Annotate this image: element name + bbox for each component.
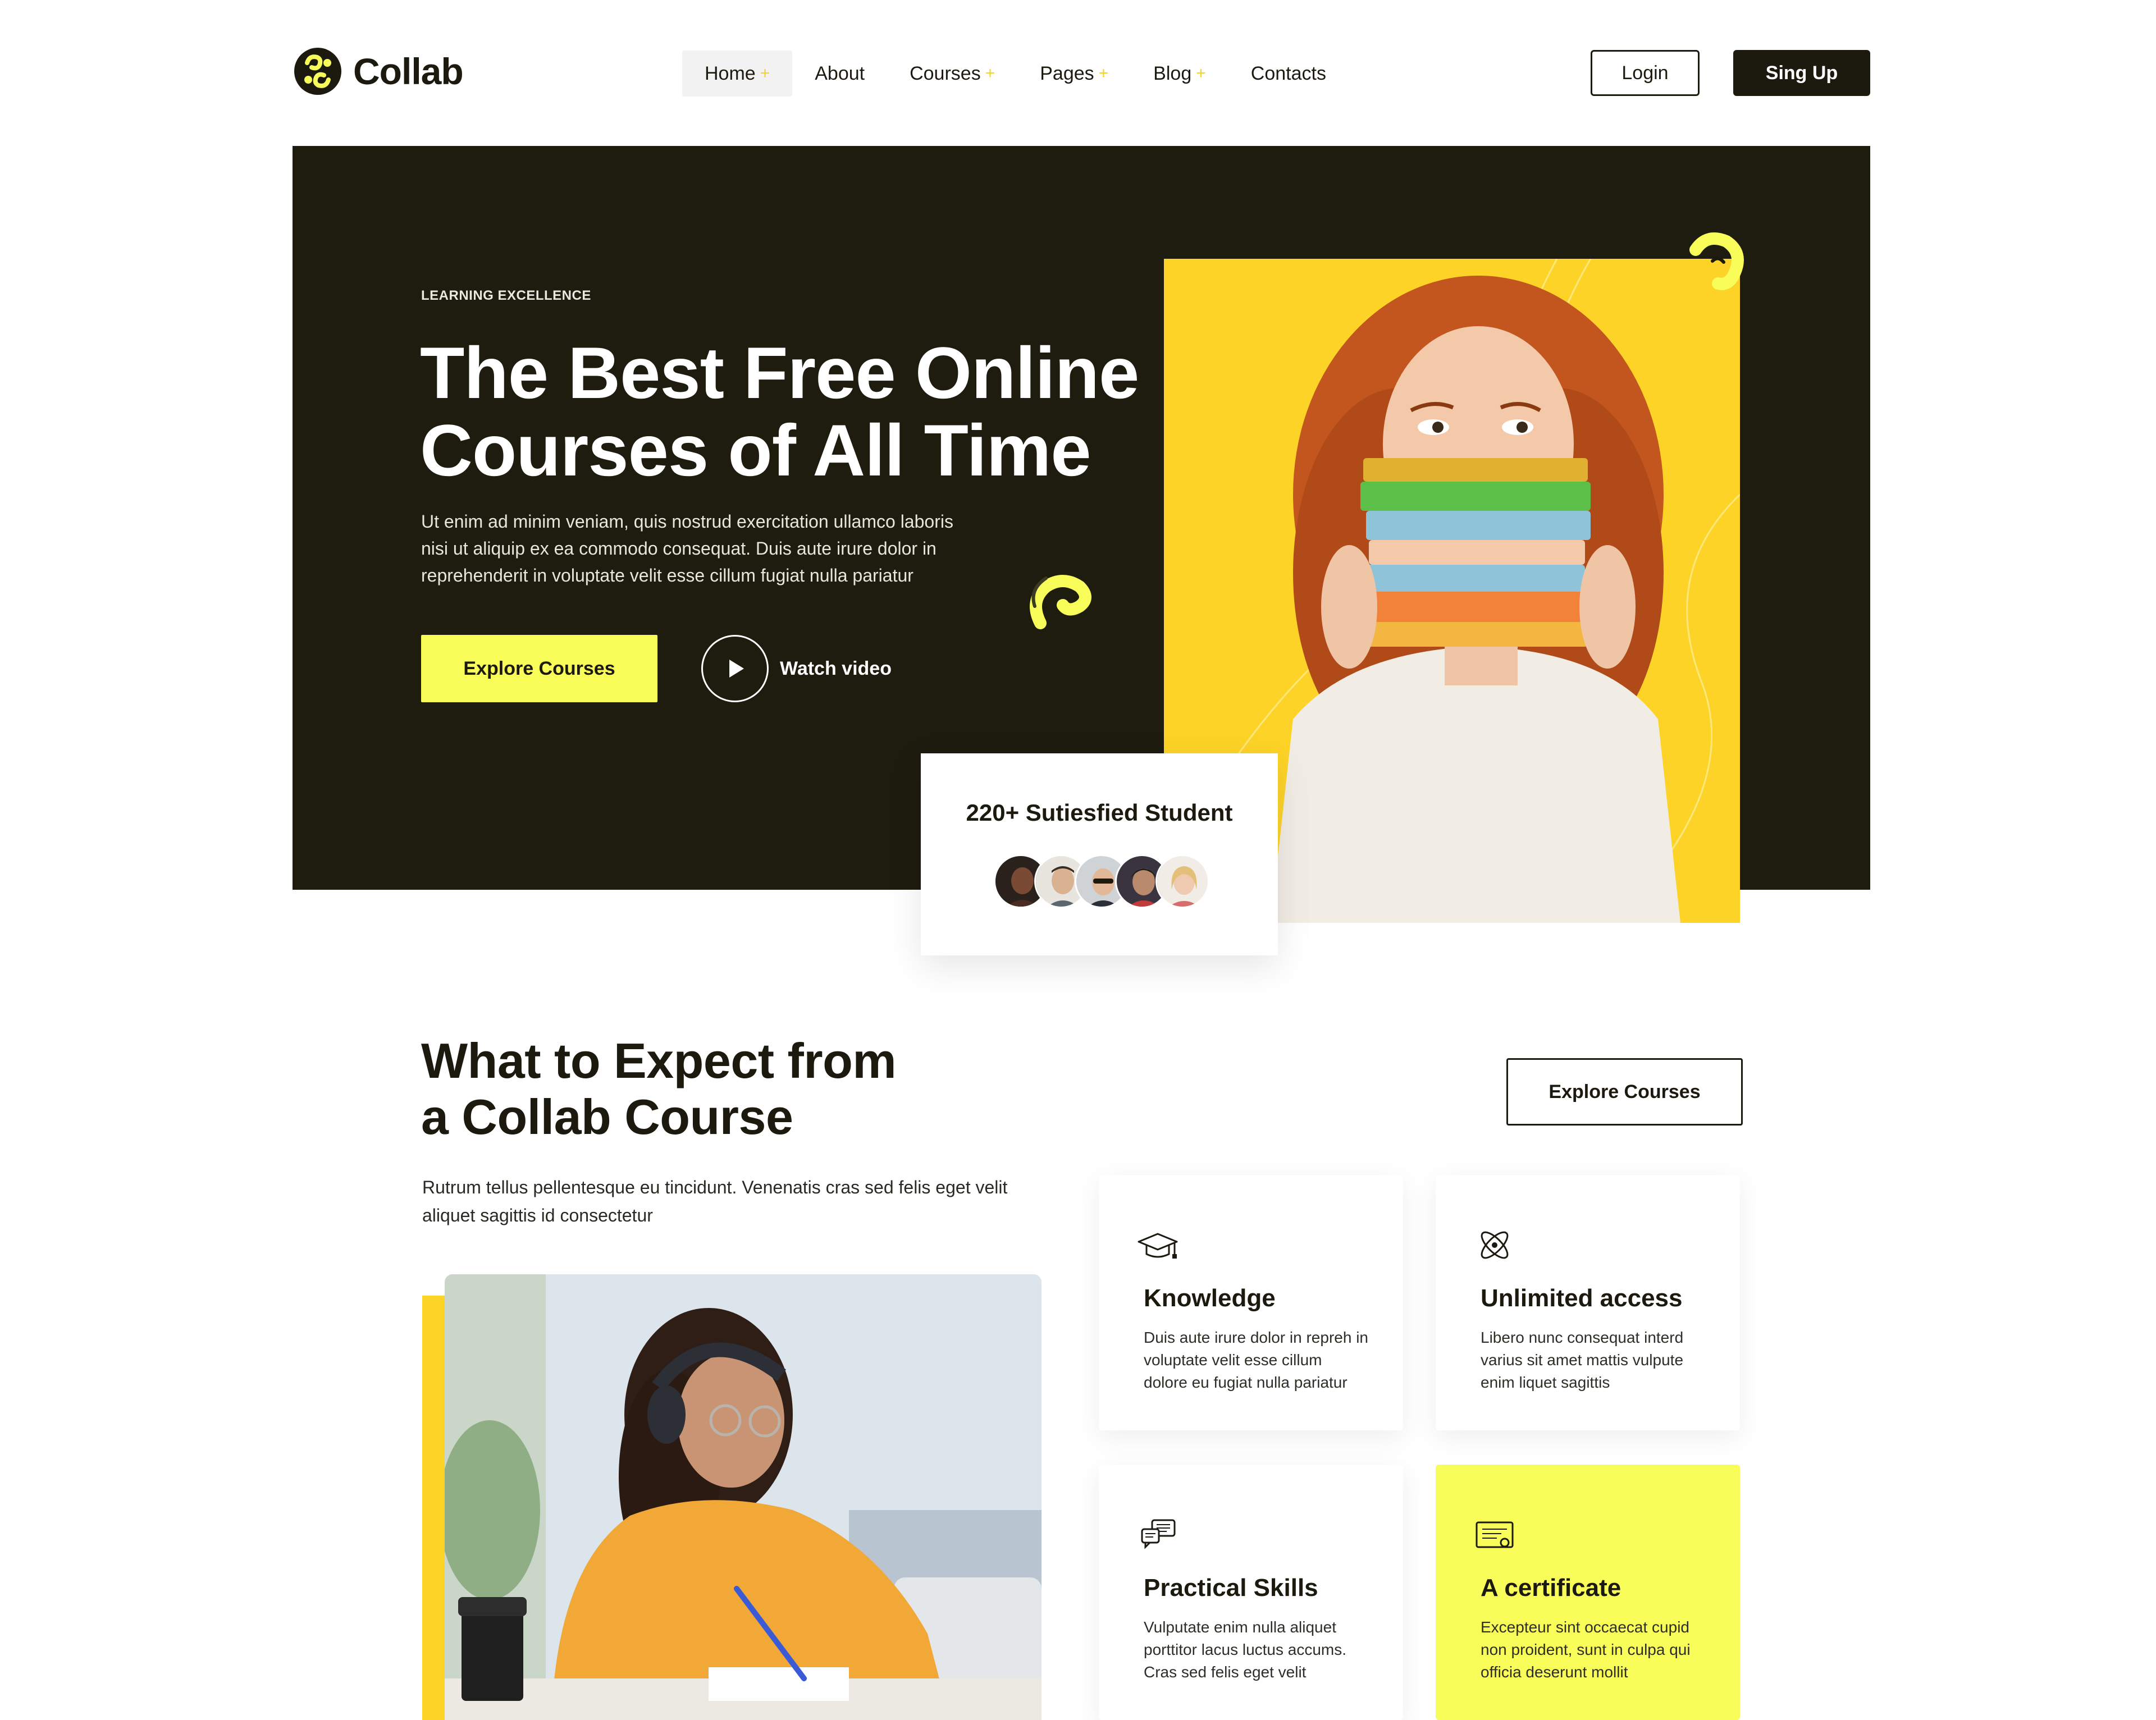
student-studying-image (445, 1274, 1042, 1720)
nav-item-contacts[interactable]: Contacts (1228, 51, 1349, 97)
nav-item-pages[interactable]: Pages + (1017, 51, 1131, 97)
nav-item-about[interactable]: About (792, 51, 887, 97)
hero-eyebrow: LEARNING EXCELLENCE (421, 288, 591, 303)
main-nav: Home + About Courses + Pages + Blog + Contac… (682, 51, 1349, 97)
students-stat-text: 220+ Sutiesfied Student (966, 799, 1233, 826)
certificate-icon (1476, 1521, 1514, 1548)
feature-card-knowledge: Knowledge Duis aute irure dolor in repre… (1099, 1175, 1403, 1430)
submenu-plus-icon: + (760, 64, 770, 83)
nav-item-blog[interactable]: Blog + (1131, 51, 1228, 97)
nav-label: Pages (1040, 62, 1094, 84)
feature-card-practical-skills: Practical Skills Vulputate enim nulla al… (1099, 1465, 1403, 1720)
swirl-decoration-icon (1689, 232, 1744, 290)
logo-icon (294, 48, 341, 95)
image-accent-bar (422, 1296, 445, 1720)
feature-title: Unlimited access (1481, 1284, 1683, 1312)
feature-description: Vulputate enim nulla aliquet porttitor l… (1144, 1618, 1347, 1681)
submenu-plus-icon: + (985, 64, 995, 83)
feature-description: Excepteur sint occaecat cupid non proide… (1481, 1618, 1691, 1681)
logo-text: Collab (353, 51, 464, 92)
feature-title: Practical Skills (1144, 1574, 1318, 1602)
feature-card-certificate: A certificate Excepteur sint occaecat cu… (1436, 1465, 1740, 1720)
nav-item-home[interactable]: Home + (682, 51, 793, 97)
section-description: Rutrum tellus pellentesque eu tincidunt.… (422, 1177, 1008, 1225)
hero-title-line-2: Courses of All Time (420, 409, 1091, 491)
submenu-plus-icon: + (1196, 64, 1206, 83)
login-button[interactable]: Login (1591, 50, 1700, 96)
students-stat-card: 220+ Sutiesfied Student (921, 753, 1278, 955)
explore-courses-outline-button[interactable]: Explore Courses (1506, 1058, 1743, 1126)
watch-video-label: Watch video (780, 657, 892, 679)
feature-title: Knowledge (1144, 1284, 1276, 1312)
feature-title: A certificate (1481, 1574, 1621, 1602)
section-title: What to Expect from a Collab Course (421, 1033, 1039, 1145)
graduation-cap-icon (1138, 1233, 1178, 1259)
nav-label: Home (705, 62, 756, 84)
swirl-decoration-icon (1030, 575, 1091, 629)
explore-courses-button[interactable]: Explore Courses (421, 635, 657, 702)
chat-bubbles-icon (1141, 1519, 1176, 1549)
nav-label: Blog (1153, 62, 1192, 84)
feature-card-unlimited-access: Unlimited access Libero nunc consequat i… (1436, 1175, 1740, 1430)
play-icon (701, 635, 769, 702)
avatar-group (994, 854, 1218, 908)
nav-item-courses[interactable]: Courses + (887, 51, 1017, 97)
hero-description: Ut enim ad minim veniam, quis nostrud ex… (421, 511, 953, 585)
section-title-line-2: a Collab Course (421, 1089, 793, 1145)
student-studying-illustration (445, 1274, 1042, 1720)
logo[interactable]: Collab (293, 46, 464, 97)
watch-video-button[interactable]: Watch video (701, 635, 892, 702)
feature-description: Libero nunc consequat interd varius sit … (1481, 1329, 1684, 1391)
nav-label: Contacts (1250, 62, 1326, 84)
nav-label: Courses (910, 62, 981, 84)
feature-description: Duis aute irure dolor in repreh in volup… (1144, 1329, 1368, 1391)
atom-icon (1481, 1231, 1509, 1259)
section-title-line-1: What to Expect from (421, 1033, 897, 1088)
nav-label: About (815, 62, 865, 84)
hero-title-line-1: The Best Free Online (420, 332, 1139, 414)
submenu-plus-icon: + (1098, 64, 1109, 83)
avatar (1155, 854, 1209, 908)
hero-title: The Best Free Online Courses of All Time (420, 334, 1150, 489)
signup-button[interactable]: Sing Up (1733, 50, 1870, 96)
